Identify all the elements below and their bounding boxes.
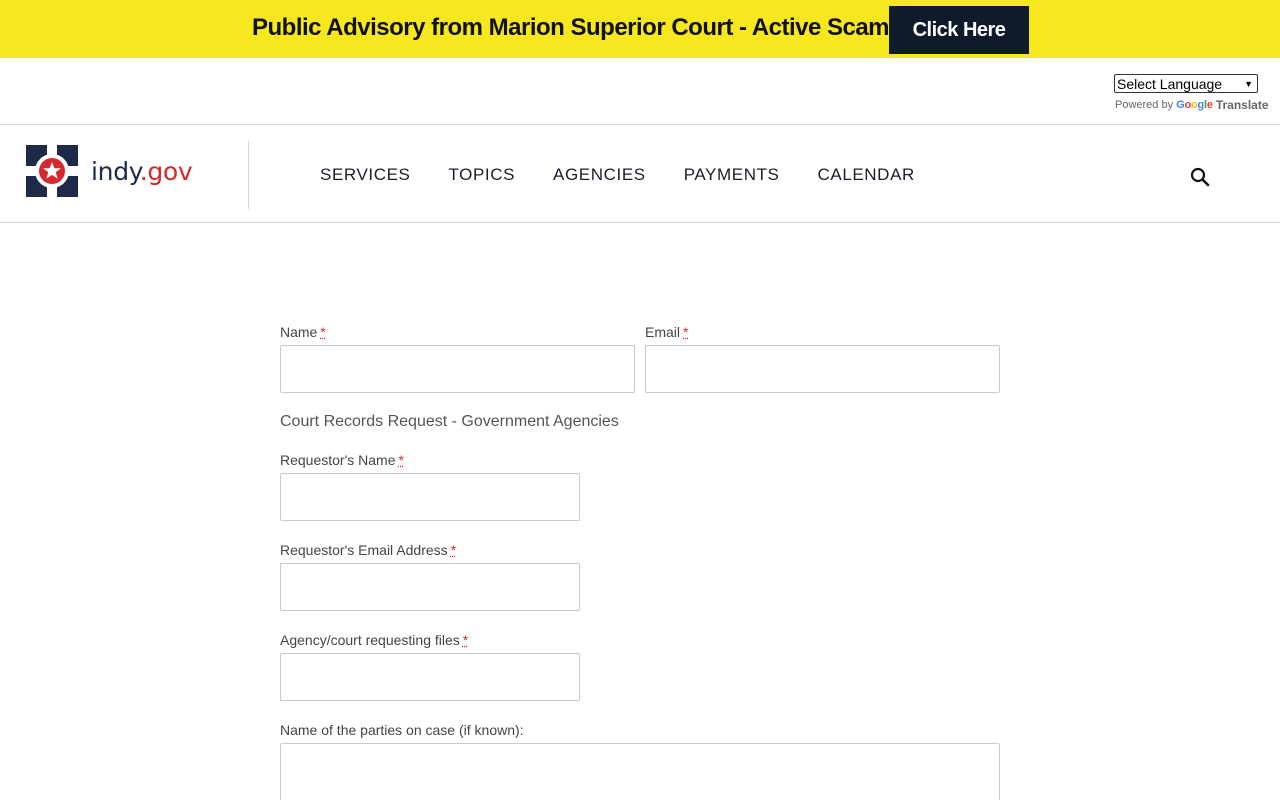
nav-calendar[interactable]: CALENDAR — [818, 165, 915, 185]
agency-label: Agency/court requesting files * — [280, 632, 469, 648]
parties-textarea[interactable] — [280, 743, 1000, 800]
nav-agencies[interactable]: AGENCIES — [553, 165, 646, 185]
translate-link[interactable]: Translate — [1216, 98, 1269, 112]
header-divider — [248, 141, 249, 209]
name-label: Name * — [280, 324, 326, 340]
translate-bar: Select Language ▼ Powered by Google Tran… — [0, 58, 1280, 125]
nav-services[interactable]: SERVICES — [320, 165, 410, 185]
language-select[interactable]: Select Language ▼ — [1114, 74, 1258, 93]
email-input[interactable] — [645, 345, 1000, 393]
indy-logo-mark-icon — [26, 145, 78, 197]
name-input[interactable] — [280, 345, 635, 393]
indy-gov-logo[interactable]: indy.gov — [26, 145, 196, 197]
requestor-email-label: Requestor's Email Address * — [280, 542, 457, 558]
agency-input[interactable] — [280, 653, 580, 701]
advisory-banner: Public Advisory from Marion Superior Cou… — [0, 0, 1280, 58]
nav-payments[interactable]: PAYMENTS — [684, 165, 780, 185]
site-header: indy.gov SERVICES TOPICS AGENCIES PAYMEN… — [0, 125, 1280, 223]
logo-wordmark: indy.gov — [91, 156, 193, 186]
language-select-value: Select Language — [1117, 75, 1223, 92]
advisory-click-here-button[interactable]: Click Here — [889, 6, 1029, 54]
powered-by-label: Powered by — [1115, 99, 1174, 111]
section-heading: Court Records Request - Government Agenc… — [280, 413, 619, 430]
requestor-email-input[interactable] — [280, 563, 580, 611]
google-logo: Google — [1176, 99, 1213, 111]
powered-by-google: Powered by Google Translate — [1115, 98, 1269, 112]
email-label: Email * — [645, 324, 689, 340]
requestor-name-input[interactable] — [280, 473, 580, 521]
nav-topics[interactable]: TOPICS — [448, 165, 515, 185]
chevron-down-icon: ▼ — [1244, 78, 1253, 89]
search-icon[interactable] — [1188, 165, 1212, 189]
requestor-name-label: Requestor's Name * — [280, 452, 404, 468]
advisory-text: Public Advisory from Marion Superior Cou… — [252, 14, 902, 41]
parties-label: Name of the parties on case (if known): — [280, 722, 524, 738]
main-nav: SERVICES TOPICS AGENCIES PAYMENTS CALEND… — [320, 165, 953, 185]
